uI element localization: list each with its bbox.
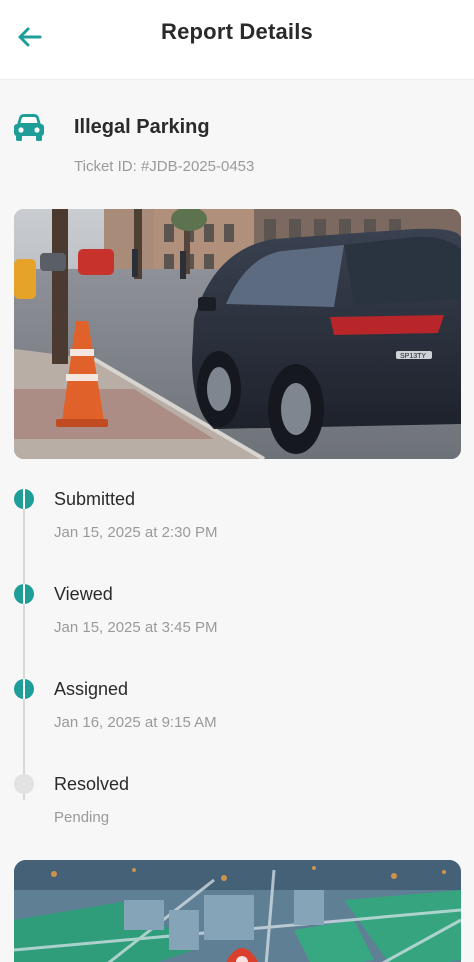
step-label: Assigned [54, 679, 129, 699]
step-date: Jan 16, 2025 at 9:15 AM [54, 714, 217, 731]
timeline-step-submitted: Submitted Jan 15, 2025 at 2:30 PM [0, 480, 474, 560]
step-label: Submitted [54, 489, 136, 509]
step-label: Viewed [54, 584, 113, 604]
timeline-step-assigned: Assigned Jan 16, 2025 at 9:15 AM [0, 670, 474, 750]
ticket-id: Ticket ID: #JDB-2025-0453 [74, 158, 255, 175]
timeline-step-resolved: Resolved Pending [0, 765, 474, 845]
report-category-title: Illegal Parking [74, 116, 210, 138]
step-date: Jan 15, 2025 at 2:30 PM [54, 524, 218, 541]
plate-text: SP13TY [400, 353, 426, 360]
status-dot [14, 679, 34, 699]
timeline-step-viewed: Viewed Jan 15, 2025 at 3:45 PM [0, 575, 474, 655]
step-label: Resolved [54, 774, 130, 794]
app-header: Report Details [0, 0, 474, 80]
status-dot [14, 584, 34, 604]
status-dot [14, 774, 34, 794]
step-date: Pending [54, 809, 110, 826]
location-map[interactable] [14, 860, 461, 962]
step-date: Jan 15, 2025 at 3:45 PM [54, 619, 218, 636]
status-timeline: Submitted Jan 15, 2025 at 2:30 PM Viewed… [0, 480, 474, 840]
page-title: Report Details [161, 19, 313, 44]
report-photo[interactable]: SP13TY [14, 209, 461, 459]
status-dot [14, 489, 34, 509]
car-icon [12, 112, 46, 144]
